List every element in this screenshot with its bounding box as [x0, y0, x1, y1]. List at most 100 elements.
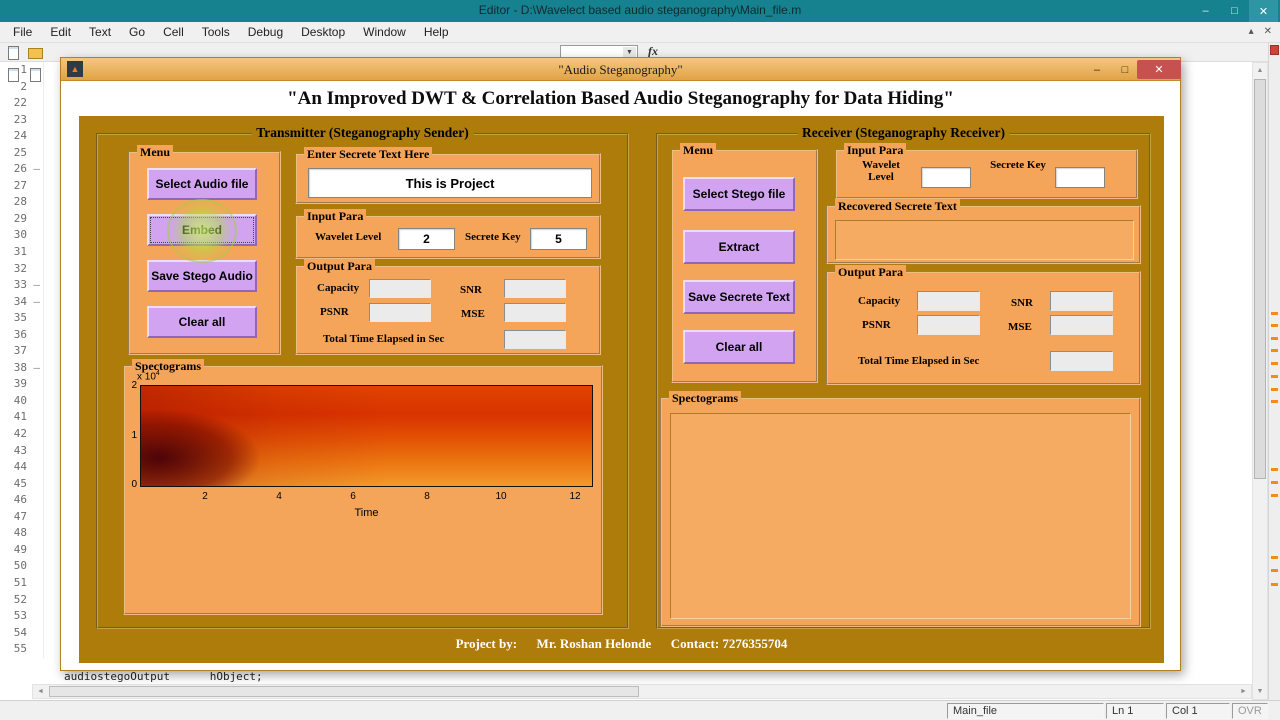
vertical-scrollbar-thumb[interactable]: [1254, 79, 1266, 479]
close-button[interactable]: ✕: [1249, 0, 1278, 22]
receiver-menu-panel: Menu Select Stego file Extract Save Secr…: [671, 143, 818, 383]
lint-marker[interactable]: [1271, 337, 1278, 340]
menu-text[interactable]: Text: [80, 23, 120, 41]
scroll-right-icon[interactable]: ►: [1236, 685, 1251, 698]
menu-go[interactable]: Go: [120, 23, 154, 41]
receiver-capacity-label: Capacity: [858, 295, 901, 307]
line-number: 37: [13, 344, 27, 358]
menu-window[interactable]: Window: [354, 23, 415, 41]
transmitter-panel: Transmitter (Steganography Sender) Menu …: [96, 125, 629, 629]
receiver-spectrogram-title: Spectograms: [669, 391, 741, 405]
collapse-docbar-icon[interactable]: ▴: [1249, 26, 1254, 37]
line-number: 38–: [13, 360, 40, 374]
receiver-snr-label: SNR: [1011, 297, 1034, 309]
lint-marker[interactable]: [1271, 400, 1278, 403]
lint-marker[interactable]: [1271, 481, 1278, 484]
line-number: 40: [13, 393, 27, 407]
lint-marker[interactable]: [1271, 312, 1278, 315]
lint-marker[interactable]: [1271, 349, 1278, 352]
open-file-button[interactable]: [26, 44, 44, 62]
save-stego-audio-button[interactable]: Save Stego Audio: [147, 260, 257, 292]
mse-label: MSE: [461, 308, 485, 320]
line-number: 44: [13, 460, 27, 474]
close-doc-icon[interactable]: ✕: [1264, 26, 1272, 37]
new-file-button[interactable]: [4, 44, 22, 62]
transmitter-menu-title: Menu: [137, 145, 173, 159]
lint-marker[interactable]: [1271, 388, 1278, 391]
new-file-icon: [7, 46, 19, 60]
scroll-down-icon[interactable]: ▼: [1253, 684, 1267, 699]
lint-summary-box[interactable]: [1270, 45, 1279, 55]
line-number: 33–: [13, 278, 40, 292]
select-stego-file-button[interactable]: Select Stego file: [683, 177, 795, 211]
lint-marker[interactable]: [1271, 468, 1278, 471]
x-tick: 2: [202, 491, 208, 502]
psnr-label: PSNR: [320, 306, 349, 318]
fold-marker[interactable]: –: [33, 278, 40, 291]
lint-marker[interactable]: [1271, 556, 1278, 559]
line-number: 2: [20, 79, 27, 93]
lint-marker[interactable]: [1271, 569, 1278, 572]
extract-button[interactable]: Extract: [683, 230, 795, 264]
secret-text-input[interactable]: This is Project: [308, 168, 592, 198]
select-audio-file-button[interactable]: Select Audio file: [147, 168, 257, 200]
main-panel: Transmitter (Steganography Sender) Menu …: [79, 116, 1164, 663]
code-text: audiostegoOutput hObject;: [64, 670, 263, 683]
receiver-wavelet-level-input[interactable]: [921, 167, 971, 188]
recovered-text-output[interactable]: [835, 220, 1134, 260]
lint-marker[interactable]: [1271, 583, 1278, 586]
fold-marker[interactable]: –: [33, 295, 40, 308]
figure-minimize-button[interactable]: –: [1083, 60, 1111, 79]
receiver-secrete-key-input[interactable]: [1055, 167, 1105, 188]
clear-all-button[interactable]: Clear all: [147, 306, 257, 338]
wavelet-level-input[interactable]: 2: [398, 228, 455, 250]
line-number: 1: [20, 63, 27, 76]
figure-close-button[interactable]: ✕: [1137, 60, 1181, 79]
maximize-button[interactable]: □: [1220, 0, 1249, 22]
secrete-key-input[interactable]: 5: [530, 228, 587, 250]
menu-desktop[interactable]: Desktop: [292, 23, 354, 41]
horizontal-scrollbar-thumb[interactable]: [49, 686, 639, 697]
menu-file[interactable]: File: [4, 23, 41, 41]
lint-marker[interactable]: [1271, 362, 1278, 365]
statusbar-col: Col 1: [1166, 703, 1230, 719]
line-number: 29: [13, 211, 27, 225]
receiver-total-time-label: Total Time Elapsed in Sec: [858, 355, 980, 367]
line-number-gutter: 1 2 22 23 24 25 26–27 28 29 30 31 32 33–34–35 36 37 38–…: [0, 62, 44, 658]
lint-marker[interactable]: [1271, 494, 1278, 497]
x-axis-label: Time: [354, 507, 379, 519]
figure-titlebar[interactable]: ▲ "Audio Steganography" – □ ✕: [61, 58, 1181, 81]
lint-marker[interactable]: [1271, 324, 1278, 327]
minimize-button[interactable]: –: [1191, 0, 1220, 22]
save-secrete-text-button[interactable]: Save Secrete Text: [683, 280, 795, 314]
scroll-up-icon[interactable]: ▲: [1253, 63, 1267, 78]
figure-maximize-button[interactable]: □: [1111, 60, 1139, 79]
line-number: 22: [13, 96, 27, 110]
menu-edit[interactable]: Edit: [41, 23, 80, 41]
lint-marker[interactable]: [1271, 375, 1278, 378]
menu-help[interactable]: Help: [415, 23, 458, 41]
window-controls: – □ ✕: [1191, 0, 1278, 22]
receiver-clear-all-button[interactable]: Clear all: [683, 330, 795, 364]
transmitter-input-para-title: Input Para: [304, 209, 367, 223]
secret-text-panel: Enter Secrete Text Here This is Project: [295, 147, 601, 204]
menu-cell[interactable]: Cell: [154, 23, 193, 41]
menu-debug[interactable]: Debug: [239, 23, 292, 41]
transmitter-input-para-panel: Input Para Wavelet Level 2 Secrete Key 5: [295, 209, 601, 259]
horizontal-scrollbar[interactable]: ◄ ►: [32, 684, 1252, 699]
x-tick: 12: [569, 491, 581, 502]
menu-tools[interactable]: Tools: [193, 23, 239, 41]
line-number: 50: [13, 559, 27, 573]
fold-marker[interactable]: –: [33, 361, 40, 374]
line-number: 49: [13, 542, 27, 556]
receiver-secrete-key-label: Secrete Key: [990, 159, 1046, 171]
fold-marker[interactable]: –: [33, 162, 40, 175]
spectrogram-plot: [140, 385, 593, 487]
vertical-scrollbar[interactable]: ▲ ▼: [1252, 62, 1268, 700]
wavelet-level-label: Wavelet Level: [315, 231, 382, 243]
statusbar-filename[interactable]: Main_file: [947, 703, 1104, 719]
line-number: 43: [13, 443, 27, 457]
embed-button[interactable]: Embed: [147, 214, 257, 246]
x-tick: 10: [495, 491, 507, 502]
scroll-left-icon[interactable]: ◄: [33, 685, 48, 698]
